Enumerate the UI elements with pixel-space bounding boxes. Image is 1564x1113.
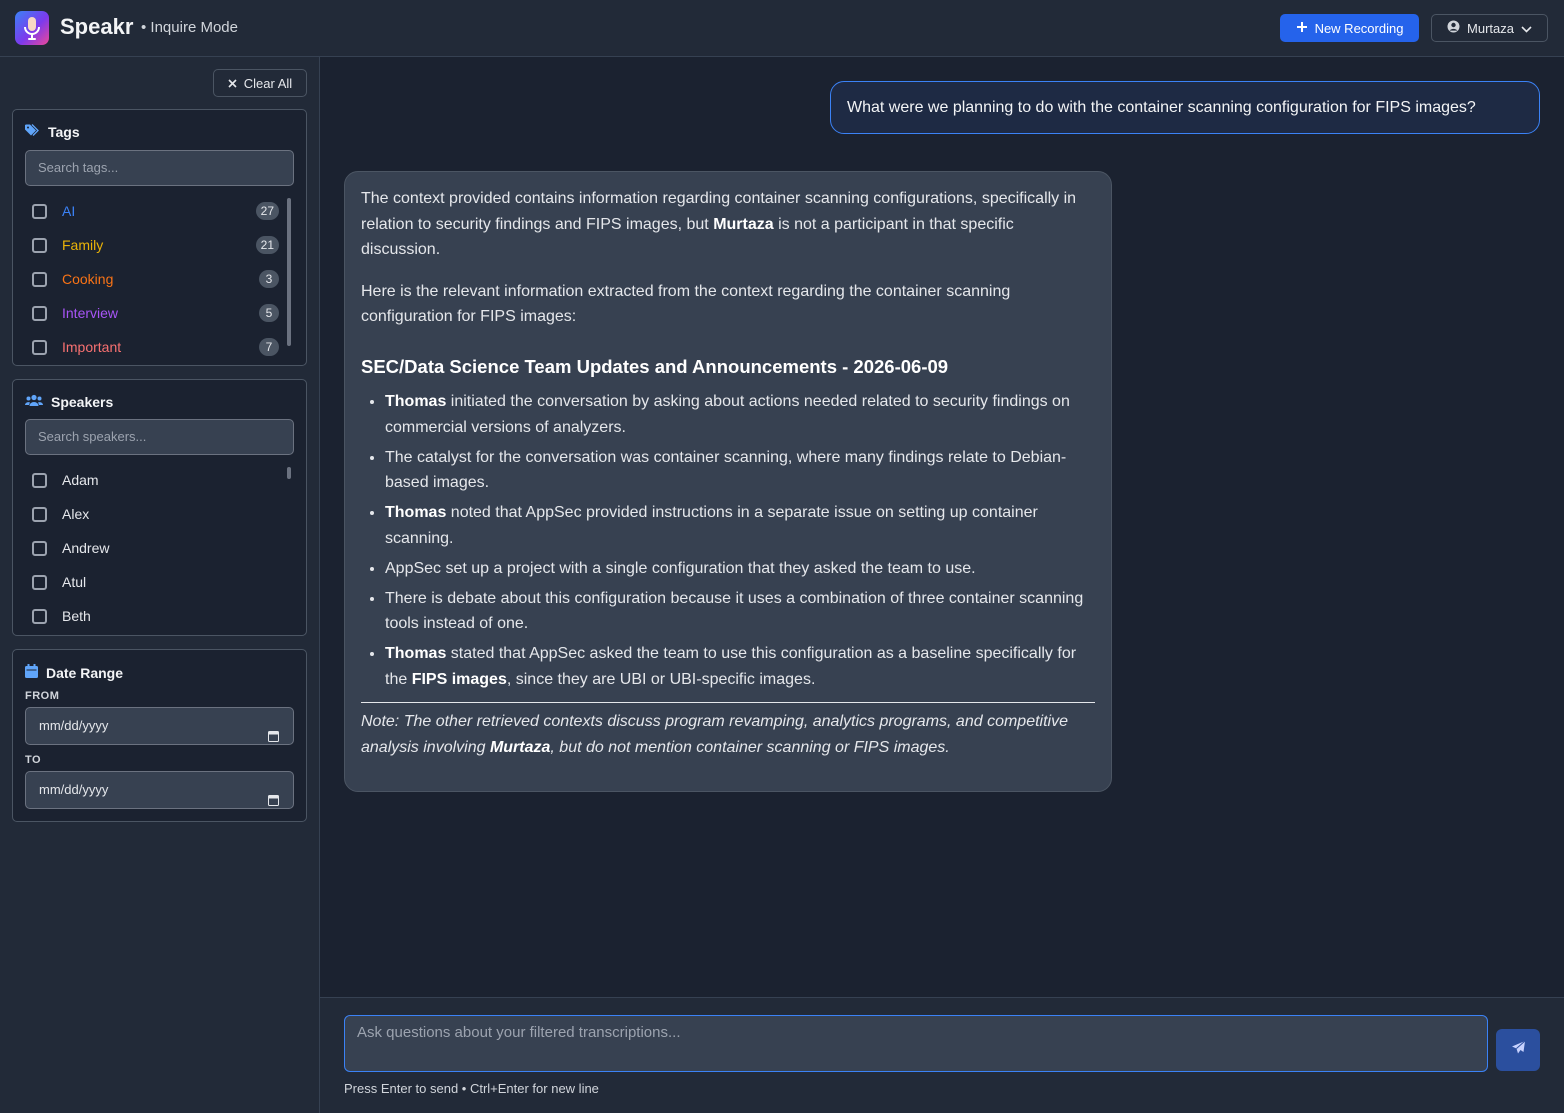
tag-item-cooking[interactable]: Cooking 3 (25, 262, 293, 296)
speaker-checkbox[interactable] (32, 506, 47, 522)
list-item: Thomas initiated the conversation by ask… (385, 389, 1095, 440)
speakers-scrollbar[interactable] (287, 467, 291, 479)
speaker-label: Andrew (62, 540, 110, 556)
new-recording-label: New Recording (1314, 20, 1404, 36)
plus-icon (1296, 21, 1308, 36)
tags-title-label: Tags (48, 124, 80, 140)
new-recording-button[interactable]: New Recording (1280, 14, 1419, 42)
tag-label: Interview (62, 305, 119, 321)
tags-list: AI 27 Family 21 Cooking 3 Interview 5 Im… (25, 194, 293, 364)
list-item: There is debate about this configuration… (385, 586, 1095, 637)
speaker-item-beth[interactable]: Beth (25, 599, 293, 633)
speaker-label: Alex (62, 506, 90, 522)
date-range-title-label: Date Range (46, 664, 124, 681)
divider (361, 702, 1095, 703)
tags-panel: Tags Search tags... AI 27 Family 21 Cook… (12, 109, 307, 366)
user-name: Murtaza (1467, 20, 1514, 36)
answer-bullet-list: Thomas initiated the conversation by ask… (361, 389, 1095, 692)
tag-checkbox[interactable] (32, 339, 47, 355)
user-message: What were we planning to do with the con… (830, 81, 1540, 134)
send-button[interactable] (1496, 1029, 1540, 1071)
list-item: Thomas noted that AppSec provided instru… (385, 500, 1095, 551)
input-hint: Press Enter to send • Ctrl+Enter for new… (344, 1081, 599, 1096)
answer-paragraph: Here is the relevant information extract… (361, 282, 1011, 326)
chevron-down-icon (1521, 21, 1532, 36)
speaker-checkbox[interactable] (32, 540, 47, 556)
speaker-label: Atul (62, 574, 87, 590)
date-range-panel: Date Range FROM mm/dd/yyyy TO mm/dd/yyyy (12, 649, 307, 822)
microphone-logo-icon (15, 11, 49, 45)
user-circle-icon (1447, 20, 1460, 36)
chat-input[interactable]: Ask questions about your filtered transc… (344, 1015, 1488, 1072)
tag-item-interview[interactable]: Interview 5 (25, 296, 293, 330)
from-date-value: mm/dd/yyyy (39, 718, 109, 733)
paper-plane-icon (1511, 1040, 1526, 1060)
speaker-item-alex[interactable]: Alex (25, 497, 293, 531)
speaker-checkbox[interactable] (32, 472, 47, 488)
calendar-picker-icon[interactable] (268, 784, 279, 820)
tag-checkbox[interactable] (32, 237, 47, 253)
speaker-checkbox[interactable] (32, 574, 47, 590)
tag-label: Family (62, 237, 104, 253)
tag-item-important[interactable]: Important 7 (25, 330, 293, 364)
tags-title: Tags (25, 124, 80, 140)
answer-note: Note: The other retrieved contexts discu… (361, 713, 1068, 756)
close-icon (228, 76, 237, 91)
tag-label: AI (62, 203, 76, 219)
speaker-label: Beth (62, 608, 91, 624)
tag-item-ai[interactable]: AI 27 (25, 194, 293, 228)
speaker-item-andrew[interactable]: Andrew (25, 531, 293, 565)
speaker-label: Adam (62, 472, 99, 488)
tag-count: 27 (255, 202, 279, 220)
calendar-icon (25, 664, 38, 681)
tag-count: 5 (259, 304, 279, 322)
users-icon (25, 394, 43, 410)
list-item: AppSec set up a project with a single co… (385, 556, 1095, 582)
speaker-item-adam[interactable]: Adam (25, 463, 293, 497)
clear-all-button[interactable]: Clear All (213, 69, 307, 97)
from-date-input[interactable]: mm/dd/yyyy (25, 707, 294, 745)
speakers-panel: Speakers Search speakers... Adam Alex An… (12, 379, 307, 636)
chat-input-placeholder: Ask questions about your filtered transc… (357, 1024, 681, 1041)
tag-checkbox[interactable] (32, 305, 47, 321)
answer-paragraph: The context provided contains informatio… (361, 190, 1077, 258)
tag-count: 21 (255, 236, 279, 254)
tag-count: 3 (259, 270, 279, 288)
tags-icon (25, 124, 40, 140)
tag-count: 7 (259, 338, 279, 356)
tag-checkbox[interactable] (32, 271, 47, 287)
calendar-picker-icon[interactable] (268, 720, 279, 756)
speaker-checkbox[interactable] (32, 608, 47, 624)
tags-scrollbar[interactable] (287, 198, 291, 346)
search-speakers-input[interactable]: Search speakers... (25, 419, 294, 455)
list-item: Thomas stated that AppSec asked the team… (385, 641, 1095, 692)
from-label: FROM (25, 690, 60, 702)
speaker-item-atul[interactable]: Atul (25, 565, 293, 599)
tag-checkbox[interactable] (32, 203, 47, 219)
app-header: Speakr • Inquire Mode New Recording Murt… (0, 0, 1564, 57)
to-label: TO (25, 754, 42, 766)
list-item: The catalyst for the conversation was co… (385, 445, 1095, 496)
date-range-title: Date Range (25, 664, 123, 681)
app-name: Speakr (60, 14, 134, 39)
filter-sidebar: Clear All Tags Search tags... AI 27 Fami… (0, 57, 320, 1113)
to-date-value: mm/dd/yyyy (39, 782, 109, 797)
speakers-list: Adam Alex Andrew Atul Beth (25, 463, 293, 633)
assistant-message: The context provided contains informatio… (344, 171, 1112, 792)
user-menu-button[interactable]: Murtaza (1431, 14, 1548, 42)
speakers-title: Speakers (25, 394, 113, 410)
chat-input-area: Ask questions about your filtered transc… (320, 997, 1564, 1113)
speakers-title-label: Speakers (51, 394, 114, 410)
to-date-input[interactable]: mm/dd/yyyy (25, 771, 294, 809)
answer-heading: SEC/Data Science Team Updates and Announ… (361, 355, 949, 377)
clear-all-label: Clear All (243, 75, 293, 91)
tag-label: Cooking (62, 271, 114, 287)
mode-label: • Inquire Mode (141, 19, 238, 36)
tag-item-family[interactable]: Family 21 (25, 228, 293, 262)
tag-label: Important (62, 339, 122, 355)
search-tags-input[interactable]: Search tags... (25, 150, 294, 186)
